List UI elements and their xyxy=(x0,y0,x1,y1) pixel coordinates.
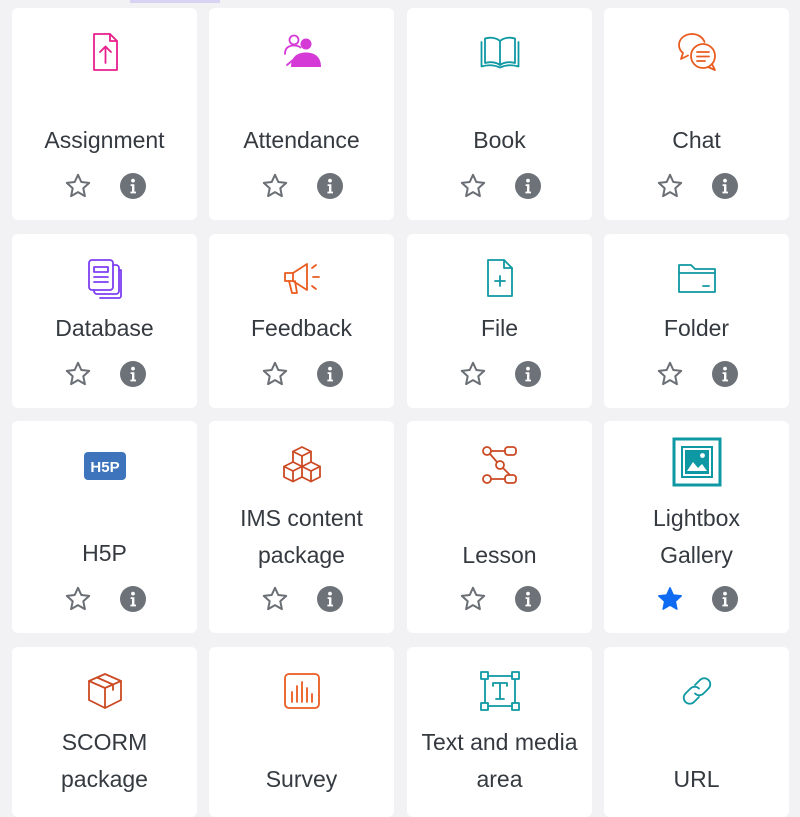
activity-name: Chat xyxy=(672,127,721,153)
activity-name-line-1: Lightbox xyxy=(653,505,740,531)
activity-card-feedback[interactable]: Feedback xyxy=(209,234,394,408)
cubes-icon xyxy=(280,443,324,487)
info-icon[interactable] xyxy=(712,361,738,387)
activity-card-lesson[interactable]: Lesson xyxy=(407,421,592,633)
activity-card-chat[interactable]: Chat xyxy=(604,8,789,220)
h5p-logo-text: H5P xyxy=(90,459,119,476)
activity-card-database[interactable]: Database xyxy=(12,234,197,408)
activity-name: H5P xyxy=(82,540,127,566)
activity-name: URL xyxy=(673,766,720,792)
info-icon[interactable] xyxy=(712,586,738,612)
activity-name: Assignment xyxy=(44,127,165,153)
package-box-icon xyxy=(83,669,127,713)
info-icon[interactable] xyxy=(515,361,541,387)
activity-card-folder[interactable]: Folder xyxy=(604,234,789,408)
book-icon xyxy=(478,30,522,74)
star-outline-icon[interactable] xyxy=(261,585,289,613)
activity-card-attendance[interactable]: Attendance xyxy=(209,8,394,220)
activity-name: Lesson xyxy=(462,542,537,568)
activity-actions xyxy=(12,585,197,615)
star-outline-icon[interactable] xyxy=(261,360,289,388)
activity-card-scorm-package[interactable]: SCORM package xyxy=(12,647,197,817)
activity-name-line-1: IMS content xyxy=(240,505,363,531)
h5p-logo-icon: H5P xyxy=(83,443,127,487)
star-outline-icon[interactable] xyxy=(459,585,487,613)
activity-card-h5p[interactable]: H5P H5P xyxy=(12,421,197,633)
activity-actions xyxy=(407,585,592,615)
info-icon[interactable] xyxy=(515,173,541,199)
info-icon[interactable] xyxy=(712,173,738,199)
activity-card-file[interactable]: File xyxy=(407,234,592,408)
activity-actions xyxy=(604,585,789,615)
info-icon[interactable] xyxy=(317,173,343,199)
star-outline-icon[interactable] xyxy=(459,360,487,388)
activity-name: Feedback xyxy=(250,315,352,341)
activity-card-text-and-media-area[interactable]: Text and media area xyxy=(407,647,592,817)
activity-actions xyxy=(604,172,789,202)
file-icon xyxy=(478,256,522,300)
activity-actions xyxy=(209,360,394,390)
activity-name-line-1: Text and media xyxy=(421,729,578,755)
people-icon xyxy=(280,30,324,74)
activity-actions xyxy=(12,360,197,390)
activity-actions xyxy=(604,360,789,390)
star-outline-icon[interactable] xyxy=(261,172,289,200)
flow-diagram-icon xyxy=(478,443,522,487)
activity-card-assignment[interactable]: Assignment xyxy=(12,8,197,220)
activity-name: Folder xyxy=(663,315,730,341)
activity-card-ims-content-package[interactable]: IMS content package xyxy=(209,421,394,633)
info-icon[interactable] xyxy=(317,586,343,612)
activity-name: Survey xyxy=(265,766,338,792)
info-icon[interactable] xyxy=(317,361,343,387)
star-outline-icon[interactable] xyxy=(459,172,487,200)
bar-chart-icon xyxy=(280,669,324,713)
activity-name-line-2: package xyxy=(258,542,345,568)
activity-name-line-2: package xyxy=(61,766,148,792)
star-outline-icon[interactable] xyxy=(656,172,684,200)
star-outline-icon[interactable] xyxy=(64,585,92,613)
activity-actions xyxy=(407,172,592,202)
activity-name-line-1: SCORM xyxy=(61,729,148,755)
activity-name-line-2: Gallery xyxy=(660,542,733,568)
info-icon[interactable] xyxy=(120,173,146,199)
activity-actions xyxy=(209,585,394,615)
activity-actions xyxy=(12,172,197,202)
activity-card-lightbox-gallery[interactable]: Lightbox Gallery xyxy=(604,421,789,633)
activity-card-survey[interactable]: Survey xyxy=(209,647,394,817)
text-box-icon xyxy=(478,669,522,713)
top-accent-bar xyxy=(130,0,220,3)
star-outline-icon[interactable] xyxy=(64,360,92,388)
activity-actions xyxy=(407,360,592,390)
megaphone-icon xyxy=(280,256,324,300)
picture-frame-icon xyxy=(672,437,722,487)
info-icon[interactable] xyxy=(120,586,146,612)
chat-bubbles-icon xyxy=(675,30,719,74)
activity-name: Attendance xyxy=(243,127,360,153)
database-icon xyxy=(83,256,127,300)
activity-actions xyxy=(209,172,394,202)
info-icon[interactable] xyxy=(515,586,541,612)
info-icon[interactable] xyxy=(120,361,146,387)
star-filled-icon[interactable] xyxy=(656,585,684,613)
activity-name: Database xyxy=(55,315,154,341)
folder-icon xyxy=(675,256,719,300)
activity-card-book[interactable]: Book xyxy=(407,8,592,220)
star-outline-icon[interactable] xyxy=(64,172,92,200)
activity-name: File xyxy=(480,315,519,341)
link-icon xyxy=(675,669,719,713)
star-outline-icon[interactable] xyxy=(656,360,684,388)
activity-name: Book xyxy=(473,127,526,153)
file-upload-icon xyxy=(83,30,127,74)
activity-card-url[interactable]: URL xyxy=(604,647,789,817)
activity-name-line-2: area xyxy=(476,766,523,792)
